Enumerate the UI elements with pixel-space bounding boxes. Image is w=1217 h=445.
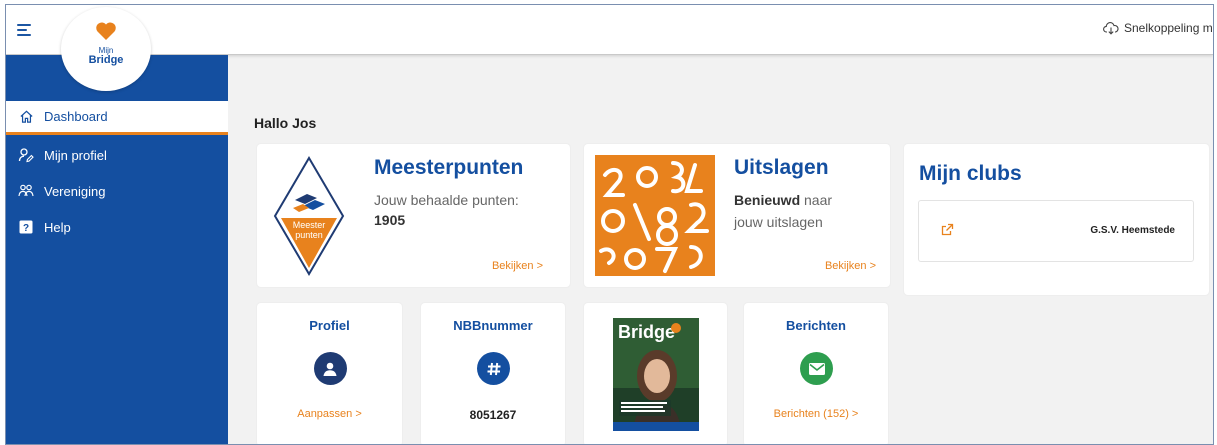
- meesterpunten-view-link[interactable]: Bekijken >: [492, 260, 543, 272]
- sidebar-item-dashboard[interactable]: Dashboard: [6, 101, 228, 135]
- sidebar-item-label: Dashboard: [44, 109, 108, 124]
- meesterpunten-card: Meester punten Meesterpunten Jouw behaal…: [257, 144, 570, 287]
- app-frame: Snelkoppeling mak Dashboard Mijn profiel…: [5, 4, 1214, 445]
- meesterpunten-title: Meesterpunten: [374, 156, 524, 179]
- sidebar-item-profile[interactable]: Mijn profiel: [6, 137, 228, 173]
- mijn-bridge-logo[interactable]: Mijn Bridge: [61, 7, 151, 91]
- heart-icon: [96, 22, 116, 40]
- berichten-title: Berichten: [786, 318, 846, 333]
- profiel-title: Profiel: [309, 318, 350, 333]
- sidebar: Dashboard Mijn profiel Vereniging ? Help: [6, 55, 228, 444]
- cloud-download-icon: [1103, 22, 1119, 35]
- sidebar-nav: Dashboard Mijn profiel Vereniging ? Help: [6, 101, 228, 245]
- shortcut-button[interactable]: Snelkoppeling mak: [1103, 21, 1213, 35]
- menu-toggle-icon[interactable]: [17, 22, 37, 38]
- home-icon: [18, 109, 34, 125]
- nbbnummer-card: NBBnummer 8051267: [421, 303, 565, 444]
- uitslagen-text: Benieuwd naar: [734, 190, 832, 210]
- uitslagen-title: Uitslagen: [734, 156, 829, 179]
- meesterpunten-logo-text-1: Meester: [293, 220, 326, 230]
- uitslagen-view-link[interactable]: Bekijken >: [825, 260, 876, 272]
- sidebar-item-label: Vereniging: [44, 183, 106, 199]
- sidebar-item-label: Help: [44, 219, 71, 235]
- berichten-card: Berichten Berichten (152) >: [744, 303, 888, 444]
- hash-icon: [477, 352, 510, 385]
- uitslagen-card: Uitslagen Benieuwd naar jouw uitslagen B…: [584, 144, 890, 287]
- nbbnummer-value: 8051267: [469, 408, 517, 422]
- sidebar-item-vereniging[interactable]: Vereniging: [6, 173, 228, 209]
- magazine-title: Bridge: [618, 322, 675, 342]
- berichten-link[interactable]: Berichten (152) >: [744, 408, 888, 420]
- top-bar: Snelkoppeling mak: [6, 5, 1213, 55]
- user-icon: [313, 352, 347, 385]
- group-icon: [18, 183, 34, 199]
- user-edit-icon: [18, 147, 34, 163]
- meesterpunten-logo: Meester punten: [273, 156, 345, 276]
- club-name: G.S.V. Heemstede: [1090, 225, 1175, 236]
- uitslagen-text-rest: naar: [800, 192, 833, 208]
- shortcut-label: Snelkoppeling mak: [1124, 21, 1213, 35]
- uitslagen-text-bold: Benieuwd: [734, 192, 801, 208]
- mijn-clubs-title: Mijn clubs: [919, 162, 1022, 185]
- mijn-clubs-card: Mijn clubs G.S.V. Heemstede: [904, 144, 1209, 295]
- uitslagen-text-line2: jouw uitslagen: [734, 214, 823, 230]
- help-icon: ?: [18, 219, 34, 235]
- magazine-card[interactable]: Bridge: [584, 303, 727, 444]
- meesterpunten-logo-text-2: punten: [295, 230, 323, 240]
- meesterpunten-text: Jouw behaalde punten:: [374, 192, 519, 208]
- greeting: Hallo Jos: [254, 115, 317, 131]
- external-link-icon: [941, 223, 954, 236]
- sidebar-item-label: Mijn profiel: [44, 147, 107, 163]
- sidebar-item-help[interactable]: ? Help: [6, 209, 228, 245]
- profiel-edit-link[interactable]: Aanpassen >: [257, 408, 402, 420]
- magazine-cover-image[interactable]: Bridge: [613, 318, 699, 431]
- nbbnummer-title: NBBnummer: [453, 318, 533, 333]
- envelope-icon: [800, 352, 833, 385]
- profiel-card: Profiel Aanpassen >: [257, 303, 402, 444]
- svg-text:?: ?: [23, 223, 29, 234]
- logo-line2: Bridge: [88, 54, 124, 66]
- meesterpunten-points: 1905: [374, 212, 406, 228]
- uitslagen-image: [595, 155, 715, 276]
- club-item[interactable]: G.S.V. Heemstede: [918, 200, 1194, 262]
